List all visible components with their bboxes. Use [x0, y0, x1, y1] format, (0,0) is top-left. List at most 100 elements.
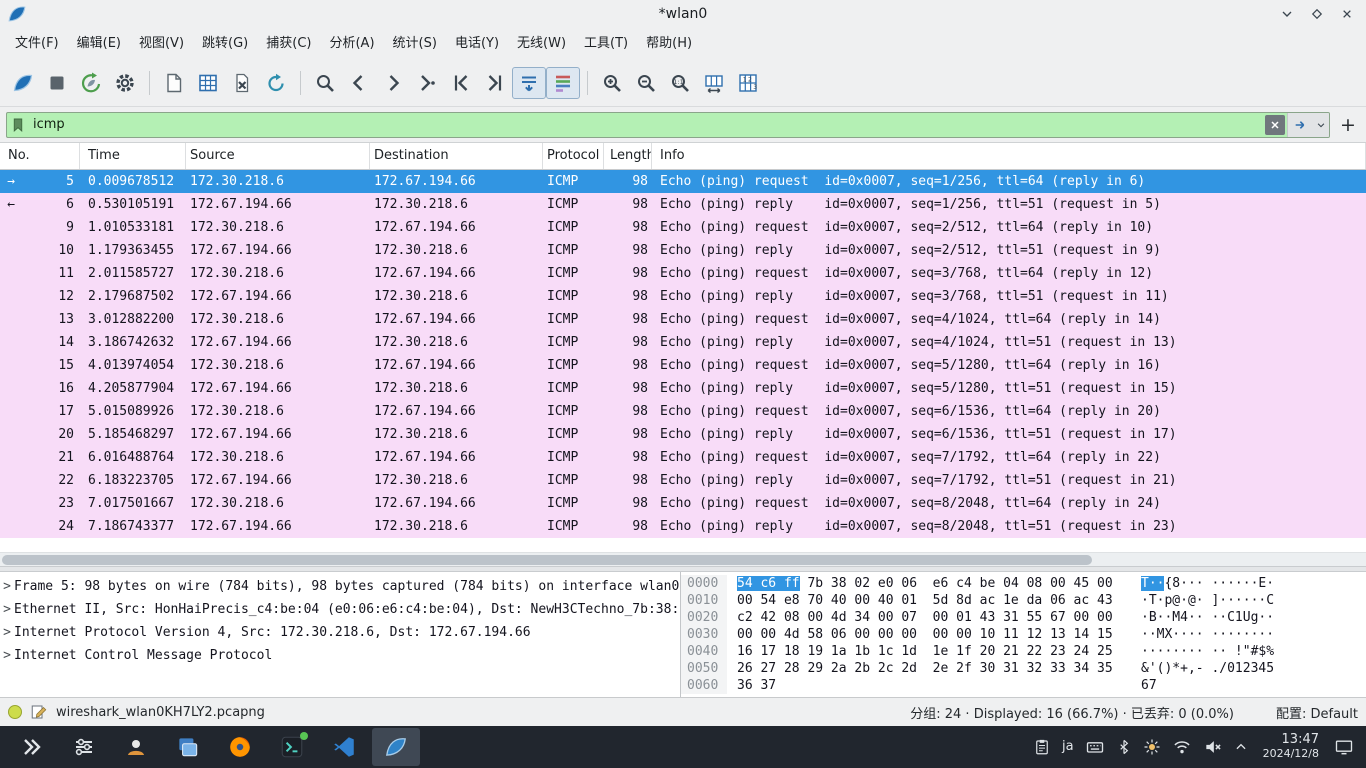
file-manager-icon[interactable]	[164, 728, 212, 766]
detail-row-2[interactable]: > Internet Protocol Version 4, Src: 172.…	[0, 621, 680, 644]
packet-row-0[interactable]: → 5 0.009678512 172.30.218.6 172.67.194.…	[0, 170, 1366, 193]
packet-details-pane[interactable]: > Frame 5: 98 bytes on wire (784 bits), …	[0, 572, 681, 697]
menu-item-6[interactable]: 统计(S)	[384, 28, 446, 60]
packet-row-13[interactable]: 22 6.183223705 172.67.194.66 172.30.218.…	[0, 469, 1366, 492]
scrollbar-thumb[interactable]	[2, 555, 1092, 565]
night-light-icon[interactable]	[1143, 738, 1161, 756]
colorize-packets-icon[interactable]	[546, 67, 580, 99]
horizontal-scrollbar[interactable]	[0, 552, 1366, 566]
expert-info-icon[interactable]	[8, 705, 22, 719]
menu-item-10[interactable]: 帮助(H)	[637, 28, 701, 60]
zoom-in-icon[interactable]	[595, 67, 629, 99]
packet-row-8[interactable]: 15 4.013974054 172.30.218.6 172.67.194.6…	[0, 354, 1366, 377]
hex-bytes[interactable]: c2 42 08 00 4d 34 00 07 00 01 43 31 55 6…	[727, 609, 1127, 626]
menu-item-4[interactable]: 捕获(C)	[257, 28, 320, 60]
hex-ascii[interactable]: T··{8··· ······E·	[1127, 575, 1274, 592]
auto-scroll-icon[interactable]	[512, 67, 546, 99]
menu-item-8[interactable]: 无线(W)	[508, 28, 575, 60]
packet-row-2[interactable]: 9 1.010533181 172.30.218.6 172.67.194.66…	[0, 216, 1366, 239]
hex-bytes[interactable]: 26 27 28 29 2a 2b 2c 2d 2e 2f 30 31 32 3…	[727, 660, 1127, 677]
profile-label[interactable]: 配置: Default	[1276, 703, 1358, 722]
restart-capture-icon[interactable]	[74, 67, 108, 99]
hex-ascii[interactable]: ··MX···· ········	[1127, 626, 1274, 643]
filter-apply-icon[interactable]	[1287, 113, 1313, 137]
bluetooth-icon[interactable]	[1116, 739, 1132, 755]
close-file-icon[interactable]	[225, 67, 259, 99]
expander-icon[interactable]: >	[0, 644, 14, 667]
stop-capture-icon[interactable]	[40, 67, 74, 99]
app-menu-icon[interactable]	[8, 728, 56, 766]
ime-indicator[interactable]: ja	[1062, 739, 1074, 754]
hex-row-6[interactable]: 0060 36 37 67	[681, 677, 1366, 694]
detail-row-1[interactable]: > Ethernet II, Src: HonHaiPrecis_c4:be:0…	[0, 598, 680, 621]
hex-ascii[interactable]: ·B··M4·· ··C1Ug··	[1127, 609, 1274, 626]
terminal-icon[interactable]	[268, 728, 316, 766]
menu-item-0[interactable]: 文件(F)	[6, 28, 68, 60]
save-file-icon[interactable]	[191, 67, 225, 99]
column-header-source[interactable]: Source	[186, 143, 370, 169]
wireshark-taskbar-icon[interactable]	[372, 728, 420, 766]
expander-icon[interactable]: >	[0, 598, 14, 621]
packet-row-15[interactable]: 24 7.186743377 172.67.194.66 172.30.218.…	[0, 515, 1366, 538]
display-filter-field[interactable]	[6, 112, 1330, 138]
packet-row-14[interactable]: 23 7.017501667 172.30.218.6 172.67.194.6…	[0, 492, 1366, 515]
packet-list[interactable]: → 5 0.009678512 172.30.218.6 172.67.194.…	[0, 170, 1366, 552]
vscode-icon[interactable]	[320, 728, 368, 766]
column-header-info[interactable]: Info	[652, 143, 1366, 169]
hex-row-5[interactable]: 0050 26 27 28 29 2a 2b 2c 2d 2e 2f 30 31…	[681, 660, 1366, 677]
hex-bytes[interactable]: 54 c6 ff 7b 38 02 e0 06 e6 c4 be 04 08 0…	[727, 575, 1127, 592]
find-packet-icon[interactable]	[308, 67, 342, 99]
expander-icon[interactable]: >	[0, 621, 14, 644]
column-header-time[interactable]: Time	[80, 143, 186, 169]
menu-item-5[interactable]: 分析(A)	[320, 28, 383, 60]
hex-ascii[interactable]: ········ ·· !"#$%	[1127, 643, 1274, 660]
hex-row-4[interactable]: 0040 16 17 18 19 1a 1b 1c 1d 1e 1f 20 21…	[681, 643, 1366, 660]
hex-ascii[interactable]: &'()*+,- ./012345	[1127, 660, 1274, 677]
detail-row-3[interactable]: > Internet Control Message Protocol	[0, 644, 680, 667]
hex-dump-pane[interactable]: 0000 54 c6 ff 7b 38 02 e0 06 e6 c4 be 04…	[681, 572, 1366, 697]
expander-icon[interactable]: >	[0, 575, 14, 598]
menu-item-9[interactable]: 工具(T)	[575, 28, 637, 60]
packet-row-6[interactable]: 13 3.012882200 172.30.218.6 172.67.194.6…	[0, 308, 1366, 331]
clock[interactable]: 13:47 2024/12/8	[1259, 733, 1323, 761]
expand-tray-icon[interactable]	[1234, 740, 1248, 754]
packet-row-1[interactable]: ← 6 0.530105191 172.67.194.66 172.30.218…	[0, 193, 1366, 216]
filter-bookmark-icon[interactable]	[7, 113, 29, 137]
go-to-packet-icon[interactable]	[410, 67, 444, 99]
open-file-icon[interactable]	[157, 67, 191, 99]
resize-columns-icon[interactable]	[697, 67, 731, 99]
column-header-no[interactable]: No.	[0, 143, 80, 169]
clipboard-icon[interactable]	[1033, 738, 1051, 756]
show-desktop-icon[interactable]	[1334, 737, 1354, 757]
hex-ascii[interactable]: 67	[1127, 677, 1157, 694]
wifi-icon[interactable]	[1172, 737, 1192, 757]
column-header-destination[interactable]: Destination	[370, 143, 543, 169]
zoom-original-icon[interactable]: 1:1	[663, 67, 697, 99]
go-last-packet-icon[interactable]	[478, 67, 512, 99]
column-header-protocol[interactable]: Protocol	[543, 143, 604, 169]
hex-row-1[interactable]: 0010 00 54 e8 70 40 00 40 01 5d 8d ac 1e…	[681, 592, 1366, 609]
packet-row-5[interactable]: 12 2.179687502 172.67.194.66 172.30.218.…	[0, 285, 1366, 308]
column-header-length[interactable]: Length	[604, 143, 652, 169]
go-forward-icon[interactable]	[376, 67, 410, 99]
system-monitor-icon[interactable]	[60, 728, 108, 766]
toggle-columns-icon[interactable]: 123	[731, 67, 765, 99]
zoom-out-icon[interactable]	[629, 67, 663, 99]
hex-row-3[interactable]: 0030 00 00 4d 58 06 00 00 00 00 00 10 11…	[681, 626, 1366, 643]
reload-file-icon[interactable]	[259, 67, 293, 99]
filter-dropdown-icon[interactable]	[1313, 113, 1329, 137]
keyboard-icon[interactable]	[1085, 737, 1105, 757]
detail-row-0[interactable]: > Frame 5: 98 bytes on wire (784 bits), …	[0, 575, 680, 598]
hex-bytes[interactable]: 00 00 4d 58 06 00 00 00 00 00 10 11 12 1…	[727, 626, 1127, 643]
menu-item-1[interactable]: 编辑(E)	[68, 28, 130, 60]
go-back-icon[interactable]	[342, 67, 376, 99]
add-filter-button-icon[interactable]: +	[1336, 113, 1360, 137]
user-accounts-icon[interactable]	[112, 728, 160, 766]
menu-item-2[interactable]: 视图(V)	[130, 28, 193, 60]
hex-ascii[interactable]: ·T·p@·@· ]······C	[1127, 592, 1274, 609]
packet-row-7[interactable]: 14 3.186742632 172.67.194.66 172.30.218.…	[0, 331, 1366, 354]
hex-bytes[interactable]: 00 54 e8 70 40 00 40 01 5d 8d ac 1e da 0…	[727, 592, 1127, 609]
capture-comment-icon[interactable]	[30, 703, 48, 721]
hex-bytes[interactable]: 36 37	[727, 677, 1127, 694]
packet-row-11[interactable]: 20 5.185468297 172.67.194.66 172.30.218.…	[0, 423, 1366, 446]
